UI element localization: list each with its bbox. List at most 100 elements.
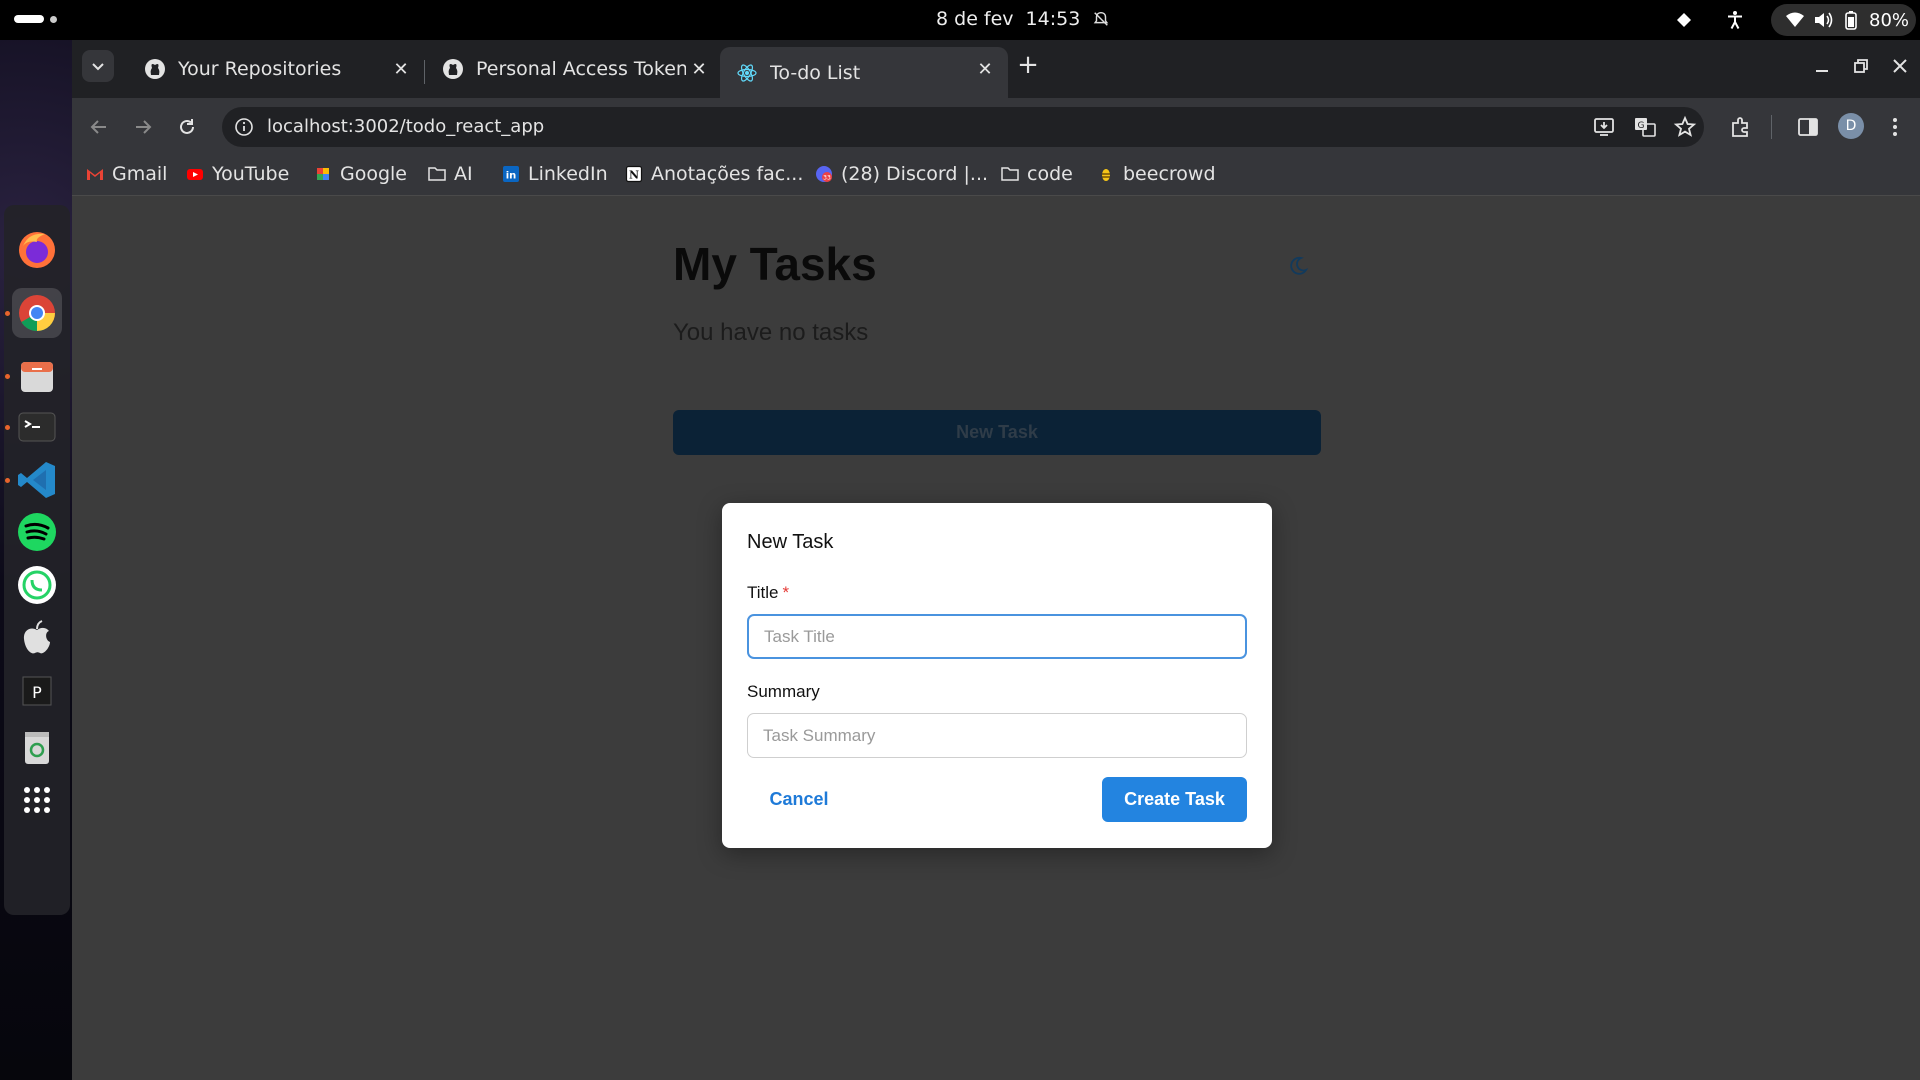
bookmark-google[interactable]: Google (314, 163, 407, 185)
svg-text:33: 33 (823, 175, 831, 182)
workspace-indicator (50, 15, 57, 23)
notifications-off-icon (1094, 11, 1109, 26)
install-app-icon[interactable] (1592, 115, 1616, 139)
task-title-input[interactable] (747, 614, 1247, 659)
bookmark-label: Google (340, 163, 408, 185)
browser-window: Your Repositories ✕ Personal Access Toke… (72, 40, 1920, 1080)
terminal-launcher[interactable] (12, 402, 62, 452)
folder-icon (428, 167, 446, 181)
svg-text:G: G (1638, 121, 1645, 131)
new-tab-button[interactable]: + (1014, 52, 1042, 80)
svg-text:P: P (32, 683, 42, 702)
google-icon (317, 168, 329, 180)
system-top-bar: 8 de fev 14:53 80% (0, 0, 1920, 40)
firefox-launcher[interactable] (12, 225, 62, 275)
battery-icon (1845, 11, 1857, 30)
browser-toolbar: localhost:3002/todo_react_app G D (72, 98, 1920, 156)
workspace-indicator-active (14, 15, 44, 23)
apple-icon (23, 620, 50, 654)
bookmark-label: YouTube (212, 163, 290, 185)
app-grid-button[interactable] (12, 775, 62, 825)
address-bar[interactable]: localhost:3002/todo_react_app G (222, 107, 1704, 147)
accessibility-icon[interactable] (1725, 10, 1745, 30)
trash-icon (25, 732, 49, 764)
chrome-icon (19, 295, 55, 332)
pycharm-launcher[interactable]: P (12, 666, 62, 716)
close-window-icon[interactable] (1888, 54, 1912, 78)
create-task-button[interactable]: Create Task (1102, 777, 1247, 822)
side-panel-icon[interactable] (1796, 115, 1820, 139)
activities-button[interactable] (14, 15, 57, 23)
bookmark-notion[interactable]: N Anotações fac... (625, 163, 803, 185)
back-button[interactable] (84, 112, 114, 142)
bookmark-discord[interactable]: 33 (28) Discord |... (815, 163, 988, 185)
bookmark-youtube[interactable]: YouTube (186, 163, 289, 185)
bookmark-folder-code[interactable]: code (1001, 163, 1073, 185)
bookmark-label: AI (454, 163, 473, 185)
whatsapp-icon (18, 566, 56, 604)
page-content: My Tasks You have no tasks New Task New … (72, 197, 1920, 1080)
translate-icon[interactable]: G (1633, 115, 1657, 139)
spotify-launcher[interactable] (12, 507, 62, 557)
moon-icon[interactable] (1287, 255, 1309, 277)
whatsapp-launcher[interactable] (12, 560, 62, 610)
trash-launcher[interactable] (12, 721, 62, 771)
chrome-launcher[interactable] (12, 288, 62, 338)
close-icon[interactable]: ✕ (974, 58, 996, 80)
bookmark-folder-ai[interactable]: AI (428, 163, 473, 185)
react-icon (737, 63, 757, 82)
folder-icon (1001, 167, 1019, 181)
bookmarks-bar: Gmail YouTube Google AI in LinkedIn N An… (72, 156, 1920, 196)
dock: P (4, 205, 70, 915)
system-tray[interactable]: 80% (1771, 4, 1916, 36)
wifi-icon (1786, 12, 1804, 27)
new-task-button[interactable]: New Task (673, 410, 1321, 455)
tab-todo-list[interactable]: To-do List ✕ (720, 47, 1008, 98)
running-indicator (5, 374, 10, 379)
running-indicator (5, 311, 10, 316)
chevron-down-icon (92, 63, 104, 71)
svg-text:in: in (506, 171, 517, 182)
running-indicator (5, 478, 10, 483)
menu-kebab-icon[interactable] (1883, 115, 1907, 139)
tab-search-button[interactable] (82, 50, 114, 82)
files-launcher[interactable] (12, 351, 62, 401)
required-asterisk: * (782, 583, 790, 602)
apple-launcher[interactable] (12, 613, 62, 663)
restore-icon[interactable] (1849, 54, 1873, 78)
clock-date: 8 de fev (936, 8, 1014, 30)
github-icon (443, 59, 463, 79)
minimize-icon[interactable] (1810, 54, 1834, 78)
url-text[interactable]: localhost:3002/todo_react_app (267, 116, 544, 137)
tab-title: To-do List (770, 61, 861, 84)
firefox-icon (19, 232, 55, 268)
profile-avatar[interactable]: D (1838, 113, 1864, 139)
bookmark-label: Anotações fac... (651, 163, 804, 185)
tab-personal-access-tokens[interactable]: Personal Access Tokens ( ✕ (426, 47, 722, 91)
tab-your-repositories[interactable]: Your Repositories ✕ (128, 47, 424, 91)
discord-icon: 33 (816, 166, 832, 182)
reload-button[interactable] (172, 112, 202, 142)
extensions-icon[interactable] (1729, 115, 1753, 139)
youtube-icon (187, 169, 203, 180)
running-indicator (5, 425, 10, 430)
arrow-right-icon (136, 120, 152, 134)
bookmark-gmail[interactable]: Gmail (86, 163, 167, 185)
close-icon[interactable]: ✕ (390, 58, 412, 80)
site-info-icon[interactable] (234, 117, 254, 137)
bookmark-label: (28) Discord |... (841, 163, 989, 185)
clock[interactable]: 8 de fev 14:53 (936, 8, 1110, 30)
cancel-button[interactable]: Cancel (747, 777, 851, 822)
app-grid-icon (24, 787, 50, 813)
diamond-indicator-icon[interactable] (1676, 12, 1692, 28)
bookmark-label: Gmail (112, 163, 168, 185)
close-icon[interactable]: ✕ (688, 58, 710, 80)
forward-button[interactable] (128, 112, 158, 142)
task-summary-input[interactable] (747, 713, 1247, 758)
vscode-launcher[interactable] (12, 455, 62, 505)
bookmark-beecrowd[interactable]: beecrowd (1097, 163, 1216, 185)
bookmark-star-icon[interactable] (1673, 115, 1697, 139)
title-label-text: Title (747, 583, 779, 602)
bookmark-linkedin[interactable]: in LinkedIn (502, 163, 608, 185)
vscode-icon (18, 462, 55, 498)
